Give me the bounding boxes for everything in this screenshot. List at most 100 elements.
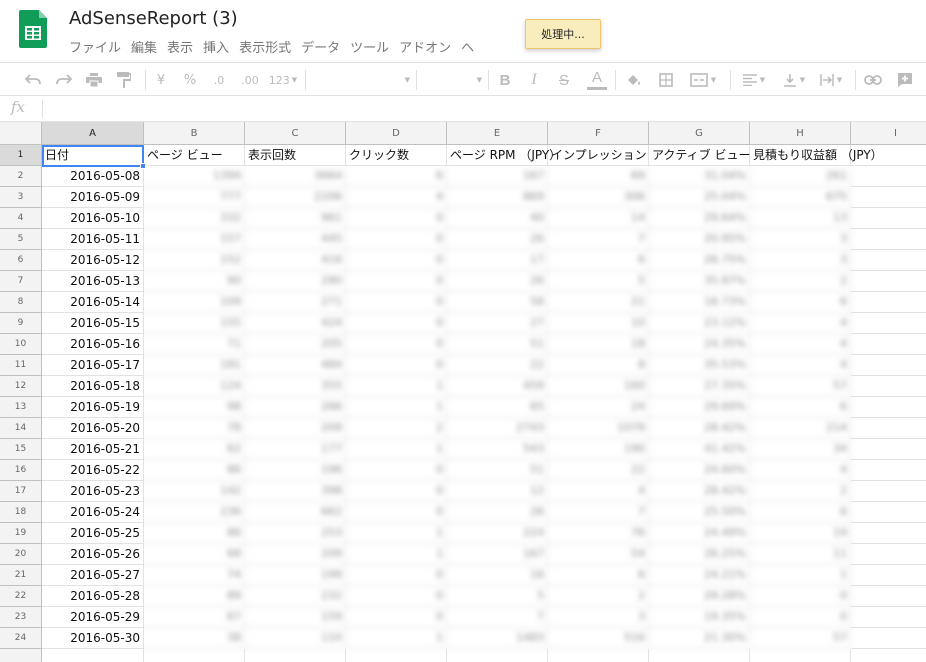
empty-cell[interactable]	[851, 376, 926, 397]
blurred-value-cell[interactable]: 24.21%	[649, 565, 750, 586]
blurred-value-cell[interactable]: 24.49%	[649, 523, 750, 544]
menu-item-6[interactable]: ツール	[350, 37, 389, 56]
menu-item-1[interactable]: 編集	[131, 37, 157, 56]
menu-item-8[interactable]: ヘ	[461, 37, 474, 56]
menu-item-4[interactable]: 表示形式	[239, 37, 291, 56]
blurred-value-cell[interactable]: 142	[144, 481, 245, 502]
blurred-value-cell[interactable]: 8	[548, 355, 649, 376]
date-cell[interactable]: 2016-05-16	[42, 334, 144, 355]
blurred-value-cell[interactable]: 26	[447, 229, 548, 250]
blurred-value-cell[interactable]: 1	[346, 376, 447, 397]
blurred-value-cell[interactable]: 29.64%	[649, 208, 750, 229]
date-cell[interactable]: 2016-05-13	[42, 271, 144, 292]
blurred-value-cell[interactable]: 27.35%	[649, 376, 750, 397]
blurred-value-cell[interactable]: 24.60%	[649, 460, 750, 481]
blurred-value-cell[interactable]: 3	[750, 229, 851, 250]
blurred-value-cell[interactable]: 0	[346, 355, 447, 376]
row-header[interactable]: 24	[0, 628, 42, 649]
empty-cell[interactable]	[851, 439, 926, 460]
blurred-value-cell[interactable]: 69	[548, 166, 649, 187]
empty-cell[interactable]	[851, 334, 926, 355]
blurred-value-cell[interactable]: 516	[548, 628, 649, 649]
blurred-value-cell[interactable]: 2743	[447, 418, 548, 439]
column-header-a[interactable]: A	[42, 122, 144, 145]
blurred-value-cell[interactable]: 0	[346, 481, 447, 502]
row-header[interactable]: 14	[0, 418, 42, 439]
valign-icon[interactable]: ▼	[778, 69, 810, 91]
row-header[interactable]: 23	[0, 607, 42, 628]
column-header-d[interactable]: D	[346, 122, 447, 145]
partial-cell[interactable]	[750, 649, 851, 662]
empty-cell[interactable]	[851, 607, 926, 628]
menu-item-7[interactable]: アドオン	[399, 37, 451, 56]
blurred-value-cell[interactable]: 0	[346, 313, 447, 334]
blurred-value-cell[interactable]: 209	[245, 418, 346, 439]
row-header[interactable]: 20	[0, 544, 42, 565]
blurred-value-cell[interactable]: 24.35%	[649, 334, 750, 355]
currency-format-button[interactable]: ¥	[152, 69, 170, 91]
blurred-value-cell[interactable]: 190	[548, 439, 649, 460]
row-header[interactable]: 18	[0, 502, 42, 523]
date-cell[interactable]: 2016-05-23	[42, 481, 144, 502]
blurred-value-cell[interactable]: 51	[447, 334, 548, 355]
blurred-value-cell[interactable]: 6	[750, 397, 851, 418]
date-cell[interactable]: 2016-05-17	[42, 355, 144, 376]
blurred-value-cell[interactable]: 167	[447, 544, 548, 565]
empty-cell[interactable]	[851, 208, 926, 229]
select-all-corner[interactable]	[0, 122, 42, 145]
blurred-value-cell[interactable]: 29.69%	[649, 397, 750, 418]
row-header[interactable]: 11	[0, 355, 42, 376]
merge-icon[interactable]: ▼	[686, 69, 720, 91]
header-cell-a[interactable]: 日付	[42, 145, 144, 166]
blurred-value-cell[interactable]: 4	[346, 187, 447, 208]
blurred-value-cell[interactable]: 10	[548, 313, 649, 334]
empty-cell[interactable]	[851, 586, 926, 607]
blurred-value-cell[interactable]: 0	[750, 607, 851, 628]
empty-cell[interactable]	[851, 166, 926, 187]
blurred-value-cell[interactable]: 266	[245, 397, 346, 418]
blurred-value-cell[interactable]: 459	[447, 376, 548, 397]
blurred-value-cell[interactable]: 2	[548, 586, 649, 607]
blurred-value-cell[interactable]: 157	[144, 229, 245, 250]
blurred-value-cell[interactable]: 124	[144, 376, 245, 397]
blurred-value-cell[interactable]: 34	[750, 439, 851, 460]
header-cell-d[interactable]: クリック数	[346, 145, 447, 166]
blurred-value-cell[interactable]: 1	[346, 397, 447, 418]
row-header[interactable]: 21	[0, 565, 42, 586]
blurred-value-cell[interactable]: 26.75%	[649, 250, 750, 271]
blurred-value-cell[interactable]: 27	[447, 313, 548, 334]
bold-button[interactable]: B	[495, 69, 515, 91]
insert-comment-icon[interactable]	[894, 69, 916, 91]
blurred-value-cell[interactable]: 0	[346, 565, 447, 586]
empty-cell[interactable]	[851, 544, 926, 565]
header-cell-g[interactable]: アクティブ ビュー	[649, 145, 751, 166]
blurred-value-cell[interactable]: 1079	[548, 418, 649, 439]
blurred-value-cell[interactable]: 253	[245, 523, 346, 544]
row-header[interactable]: 16	[0, 460, 42, 481]
blurred-value-cell[interactable]: 26	[447, 502, 548, 523]
header-cell-i[interactable]	[851, 145, 926, 166]
blurred-value-cell[interactable]: 484	[245, 355, 346, 376]
blurred-value-cell[interactable]: 57	[750, 628, 851, 649]
blurred-value-cell[interactable]: 26	[447, 271, 548, 292]
blurred-value-cell[interactable]: 3	[750, 250, 851, 271]
date-cell[interactable]: 2016-05-25	[42, 523, 144, 544]
column-header-i[interactable]: I	[851, 122, 926, 145]
text-color-button[interactable]: A	[586, 69, 608, 91]
blurred-value-cell[interactable]: 57	[750, 376, 851, 397]
redo-icon[interactable]	[53, 69, 75, 91]
blurred-value-cell[interactable]: 271	[245, 292, 346, 313]
partial-cell[interactable]	[447, 649, 548, 662]
date-cell[interactable]: 2016-05-29	[42, 607, 144, 628]
blurred-value-cell[interactable]: 13	[750, 208, 851, 229]
blurred-value-cell[interactable]: 62	[144, 439, 245, 460]
blurred-value-cell[interactable]: 110	[245, 628, 346, 649]
blurred-value-cell[interactable]: 23.12%	[649, 313, 750, 334]
blurred-value-cell[interactable]: 14	[548, 208, 649, 229]
blurred-value-cell[interactable]: 416	[245, 250, 346, 271]
blurred-value-cell[interactable]: 1	[750, 565, 851, 586]
blurred-value-cell[interactable]: 25.04%	[649, 187, 750, 208]
blurred-value-cell[interactable]: 332	[144, 208, 245, 229]
blurred-value-cell[interactable]: 29.28%	[649, 586, 750, 607]
date-cell[interactable]: 2016-05-12	[42, 250, 144, 271]
